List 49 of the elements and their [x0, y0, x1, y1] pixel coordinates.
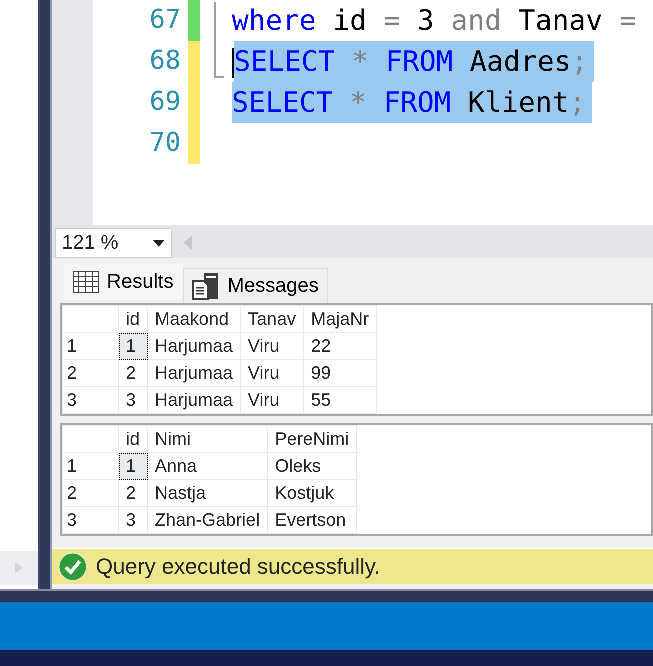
table-cell[interactable]: Viru: [240, 386, 304, 414]
table-cell[interactable]: Viru: [240, 332, 304, 360]
line-number: 69: [148, 86, 181, 119]
row-number: 2: [62, 480, 118, 506]
table-cell[interactable]: 3: [118, 506, 148, 534]
table-cell[interactable]: Zhan-Gabriel: [148, 506, 268, 534]
row-number: 3: [62, 386, 118, 414]
success-icon: [58, 552, 88, 582]
table-cell[interactable]: 1: [118, 332, 148, 360]
code-line: where id = 3 and Tanav =: [232, 3, 638, 39]
row-number: 3: [62, 506, 118, 534]
text-cursor: [232, 48, 234, 78]
line-number: 67: [148, 4, 181, 37]
pane-tab[interactable]: Results: [64, 264, 183, 300]
table-cell[interactable]: 22: [304, 332, 377, 360]
line-number: 70: [148, 127, 181, 160]
table-cell[interactable]: Nastja: [148, 480, 268, 506]
pane-tab[interactable]: Messages: [182, 268, 328, 304]
table-cell[interactable]: Oleks: [268, 452, 357, 480]
table-cell[interactable]: 2: [118, 360, 148, 386]
messages-icon: [192, 272, 220, 300]
table-cell[interactable]: 3: [118, 386, 148, 414]
table-cell[interactable]: Anna: [148, 452, 268, 480]
table-cell[interactable]: Harjumaa: [148, 386, 241, 414]
scroll-right-icon[interactable]: [15, 562, 23, 574]
column-header: Nimi: [148, 426, 268, 452]
table-cell[interactable]: 1: [118, 452, 148, 480]
header-cell: [62, 306, 118, 332]
table-cell[interactable]: Harjumaa: [148, 360, 241, 386]
column-header: MajaNr: [304, 306, 377, 332]
status-message: Query executed successfully.: [96, 553, 380, 581]
scrollbar[interactable]: [0, 551, 38, 585]
table-cell[interactable]: 2: [118, 480, 148, 506]
zoom-dropdown[interactable]: 121 %: [55, 228, 172, 258]
table-cell[interactable]: Kostjuk: [268, 480, 357, 506]
scroll-left-icon[interactable]: [184, 236, 192, 250]
header-cell: [62, 426, 118, 452]
table-cell[interactable]: Viru: [240, 360, 304, 386]
row-number: 2: [62, 360, 118, 386]
table-cell[interactable]: Harjumaa: [148, 332, 241, 360]
caret-icon: [153, 240, 165, 246]
column-header: PereNimi: [268, 426, 357, 452]
grid-icon: [73, 271, 99, 293]
column-header: Maakond: [148, 306, 241, 332]
table-cell[interactable]: Evertson: [268, 506, 357, 534]
table-cell[interactable]: 99: [304, 360, 377, 386]
table-cell[interactable]: 55: [304, 386, 377, 414]
line-number: 68: [148, 45, 181, 78]
column-header: Tanav: [240, 306, 304, 332]
